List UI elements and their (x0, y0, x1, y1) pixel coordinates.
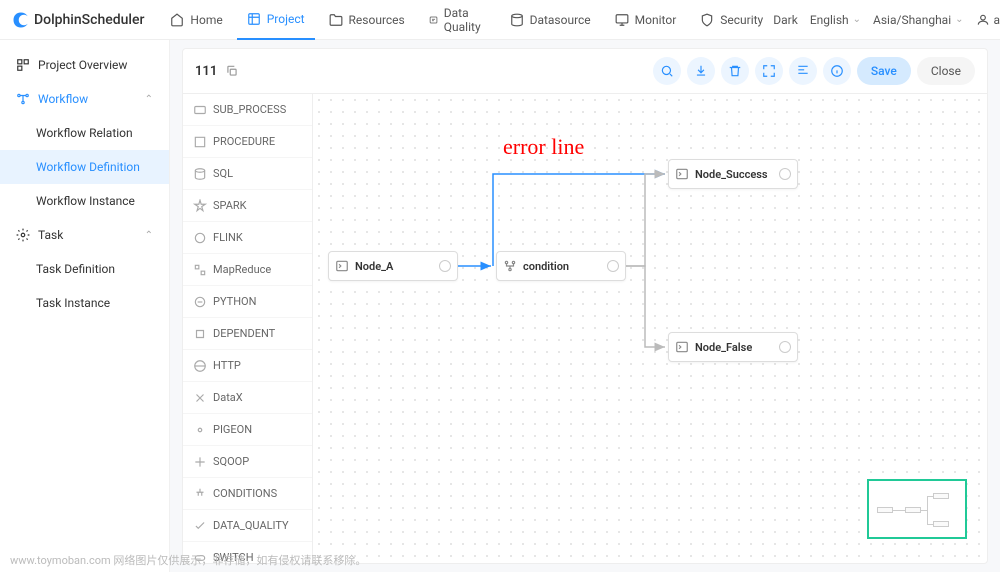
format-button[interactable] (789, 57, 817, 85)
chevron-down-icon: ⌄ (853, 14, 861, 25)
save-button[interactable]: Save (857, 57, 911, 85)
tz-select[interactable]: Asia/Shanghai⌄ (873, 13, 964, 27)
sidebar-overview[interactable]: Project Overview (0, 48, 169, 82)
task-icon (193, 135, 207, 149)
palette-subprocess[interactable]: SUB_PROCESS (183, 94, 312, 126)
task-icon (193, 487, 207, 501)
sidebar-wf-instance[interactable]: Workflow Instance (0, 184, 169, 218)
sidebar-task-instance[interactable]: Task Instance (0, 286, 169, 320)
format-icon (796, 64, 810, 78)
app-logo[interactable]: DolphinScheduler (12, 11, 144, 29)
brand-text: DolphinScheduler (34, 12, 144, 28)
chevron-up-icon: ⌃ (145, 230, 153, 241)
sidebar-workflow[interactable]: Workflow ⌃ (0, 82, 169, 116)
nav-resources[interactable]: Resources (319, 0, 415, 40)
sidebar-task[interactable]: Task ⌃ (0, 218, 169, 252)
chevron-down-icon: ⌄ (955, 14, 963, 25)
task-palette[interactable]: SUB_PROCESS PROCEDURE SQL SPARK FLINK Ma… (183, 94, 313, 563)
close-button[interactable]: Close (917, 57, 975, 85)
theme-toggle[interactable]: Dark (773, 13, 798, 27)
shell-icon (675, 340, 689, 354)
nav-project[interactable]: Project (237, 0, 315, 40)
download-button[interactable] (687, 57, 715, 85)
node-success[interactable]: Node_Success (668, 159, 798, 189)
task-icon (193, 423, 207, 437)
task-icon (193, 231, 207, 245)
copy-icon[interactable] (225, 64, 239, 78)
node-status-icon (607, 260, 619, 272)
sidebar-wf-relation[interactable]: Workflow Relation (0, 116, 169, 150)
node-status-icon (779, 168, 791, 180)
fullscreen-button[interactable] (755, 57, 783, 85)
node-condition[interactable]: condition (496, 251, 626, 281)
monitor-icon (615, 13, 629, 27)
expand-icon (762, 64, 776, 78)
folder-icon (329, 13, 343, 27)
info-button[interactable] (823, 57, 851, 85)
lang-select[interactable]: English⌄ (810, 13, 861, 27)
info-icon (830, 64, 844, 78)
nav-datasource[interactable]: Datasource (500, 0, 601, 40)
gear-icon (16, 228, 30, 242)
node-status-icon (439, 260, 451, 272)
workflow-icon (16, 92, 30, 106)
search-icon (660, 64, 674, 78)
sidebar-task-definition[interactable]: Task Definition (0, 252, 169, 286)
palette-mapreduce[interactable]: MapReduce (183, 254, 312, 286)
user-icon (976, 13, 990, 27)
palette-sql[interactable]: SQL (183, 158, 312, 190)
sidebar-wf-definition[interactable]: Workflow Definition (0, 150, 169, 184)
task-icon (193, 519, 207, 533)
delete-button[interactable] (721, 57, 749, 85)
condition-icon (503, 259, 517, 273)
task-icon (193, 103, 207, 117)
trash-icon (728, 64, 742, 78)
task-icon (193, 167, 207, 181)
palette-procedure[interactable]: PROCEDURE (183, 126, 312, 158)
shell-icon (335, 259, 349, 273)
task-icon (193, 263, 207, 277)
palette-dataquality[interactable]: DATA_QUALITY (183, 510, 312, 542)
minimap[interactable] (867, 479, 967, 539)
project-icon (247, 12, 261, 26)
node-status-icon (779, 341, 791, 353)
palette-python[interactable]: PYTHON (183, 286, 312, 318)
dolphin-icon (12, 11, 30, 29)
task-icon (193, 391, 207, 405)
workflow-title: 111 (195, 64, 217, 79)
home-icon (170, 13, 184, 27)
node-false[interactable]: Node_False (668, 332, 798, 362)
download-icon (694, 64, 708, 78)
palette-http[interactable]: HTTP (183, 350, 312, 382)
task-icon (193, 327, 207, 341)
nav-security[interactable]: Security (690, 0, 773, 40)
shell-icon (675, 167, 689, 181)
task-icon (193, 199, 207, 213)
task-icon (193, 295, 207, 309)
quality-icon (429, 13, 438, 27)
palette-flink[interactable]: FLINK (183, 222, 312, 254)
task-icon (193, 455, 207, 469)
error-annotation: error line (503, 134, 584, 160)
user-menu[interactable]: admin⌄ (976, 13, 1000, 27)
overview-icon (16, 58, 30, 72)
nav-dataquality[interactable]: Data Quality (419, 0, 496, 40)
nav-home[interactable]: Home (160, 0, 232, 40)
nav-monitor[interactable]: Monitor (605, 0, 687, 40)
search-button[interactable] (653, 57, 681, 85)
node-a[interactable]: Node_A (328, 251, 458, 281)
task-icon (193, 359, 207, 373)
chevron-up-icon: ⌃ (145, 94, 153, 105)
db-icon (510, 13, 524, 27)
palette-pigeon[interactable]: PIGEON (183, 414, 312, 446)
edge-cond-false[interactable] (626, 266, 665, 347)
palette-dependent[interactable]: DEPENDENT (183, 318, 312, 350)
palette-sqoop[interactable]: SQOOP (183, 446, 312, 478)
shield-icon (700, 13, 714, 27)
palette-datax[interactable]: DataX (183, 382, 312, 414)
palette-spark[interactable]: SPARK (183, 190, 312, 222)
palette-conditions[interactable]: CONDITIONS (183, 478, 312, 510)
watermark: www.toymoban.com 网络图片仅供展示，非存储，如有侵权请联系移除。 (10, 552, 366, 568)
edge-cond-success[interactable] (626, 174, 665, 266)
